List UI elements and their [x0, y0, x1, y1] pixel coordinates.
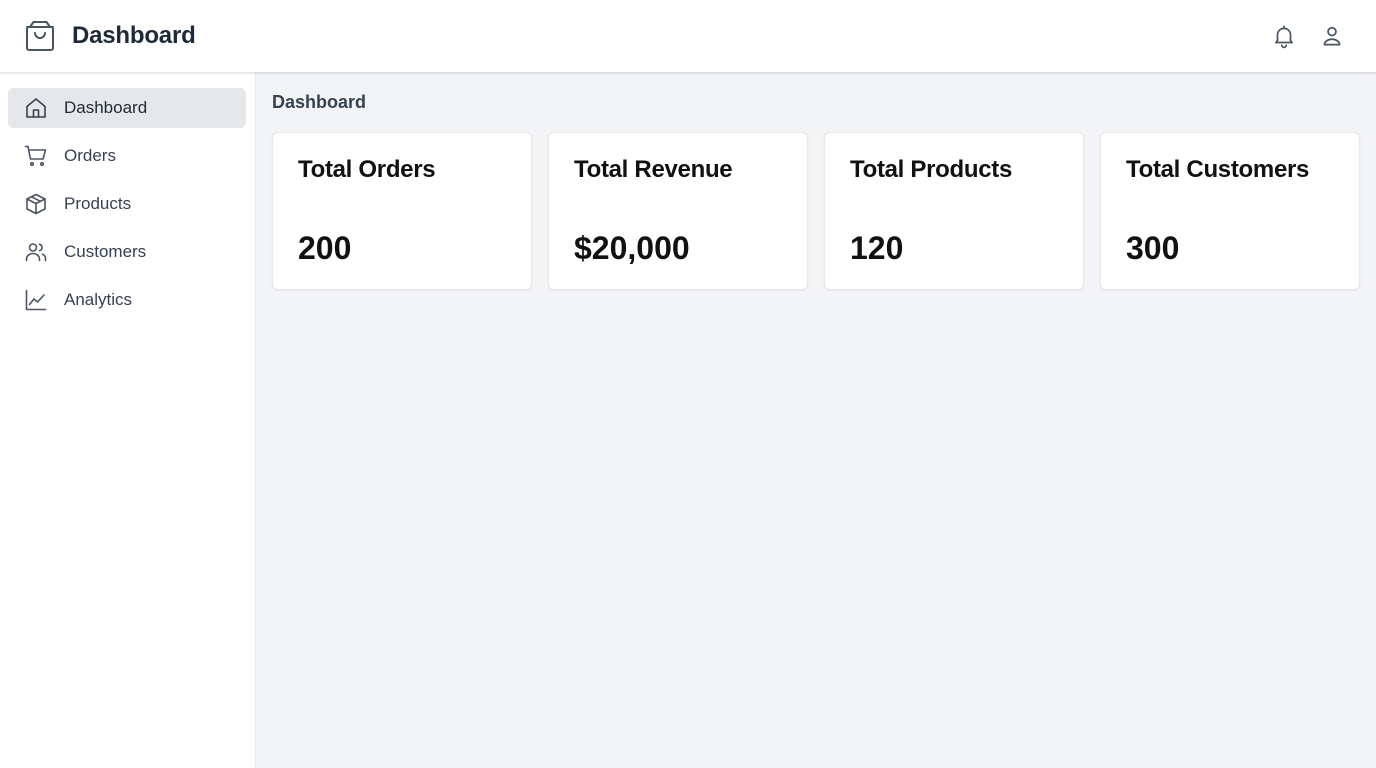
chart-line-icon	[25, 289, 47, 311]
stat-card-total-revenue: Total Revenue $20,000	[548, 132, 808, 290]
sidebar-item-label: Products	[64, 194, 132, 213]
stat-card-total-orders: Total Orders 200	[272, 132, 532, 290]
card-value: 300	[1126, 230, 1180, 266]
sidebar: Dashboard Orders Products Customers Anal…	[0, 72, 256, 768]
sidebar-item-analytics[interactable]: Analytics	[8, 280, 246, 320]
sidebar-item-label: Analytics	[64, 290, 133, 309]
sidebar-item-label: Dashboard	[64, 98, 148, 117]
sidebar-item-products[interactable]: Products	[8, 184, 246, 224]
box-icon	[26, 193, 46, 215]
top-bar: Dashboard	[0, 0, 1376, 72]
sidebar-item-dashboard[interactable]: Dashboard	[8, 88, 246, 128]
stat-card-total-customers: Total Customers 300	[1100, 132, 1360, 290]
sidebar-item-label: Customers	[64, 242, 147, 261]
sidebar-item-customers[interactable]: Customers	[8, 232, 246, 272]
card-title: Total Products	[850, 156, 1013, 183]
card-value: 120	[850, 230, 904, 266]
home-icon	[26, 98, 46, 118]
page-title: Dashboard	[272, 92, 367, 112]
users-icon	[25, 243, 47, 262]
cart-icon	[24, 145, 47, 167]
card-title: Total Revenue	[574, 156, 733, 183]
card-title: Total Orders	[298, 156, 436, 183]
sidebar-item-orders[interactable]: Orders	[8, 136, 246, 176]
shopping-bag-icon	[26, 21, 54, 51]
bell-icon[interactable]	[1271, 23, 1297, 49]
stat-card-total-products: Total Products 120	[824, 132, 1084, 290]
card-value: 200	[298, 230, 352, 266]
card-value: $20,000	[574, 230, 690, 266]
sidebar-item-label: Orders	[64, 146, 116, 165]
card-title: Total Customers	[1126, 156, 1310, 183]
user-icon[interactable]	[1319, 23, 1345, 49]
main-content: Dashboard Total Orders 200 Total Revenue…	[256, 72, 1376, 768]
stats-cards: Total Orders 200 Total Revenue $20,000 T…	[272, 132, 1360, 290]
app-title: Dashboard	[72, 22, 196, 49]
